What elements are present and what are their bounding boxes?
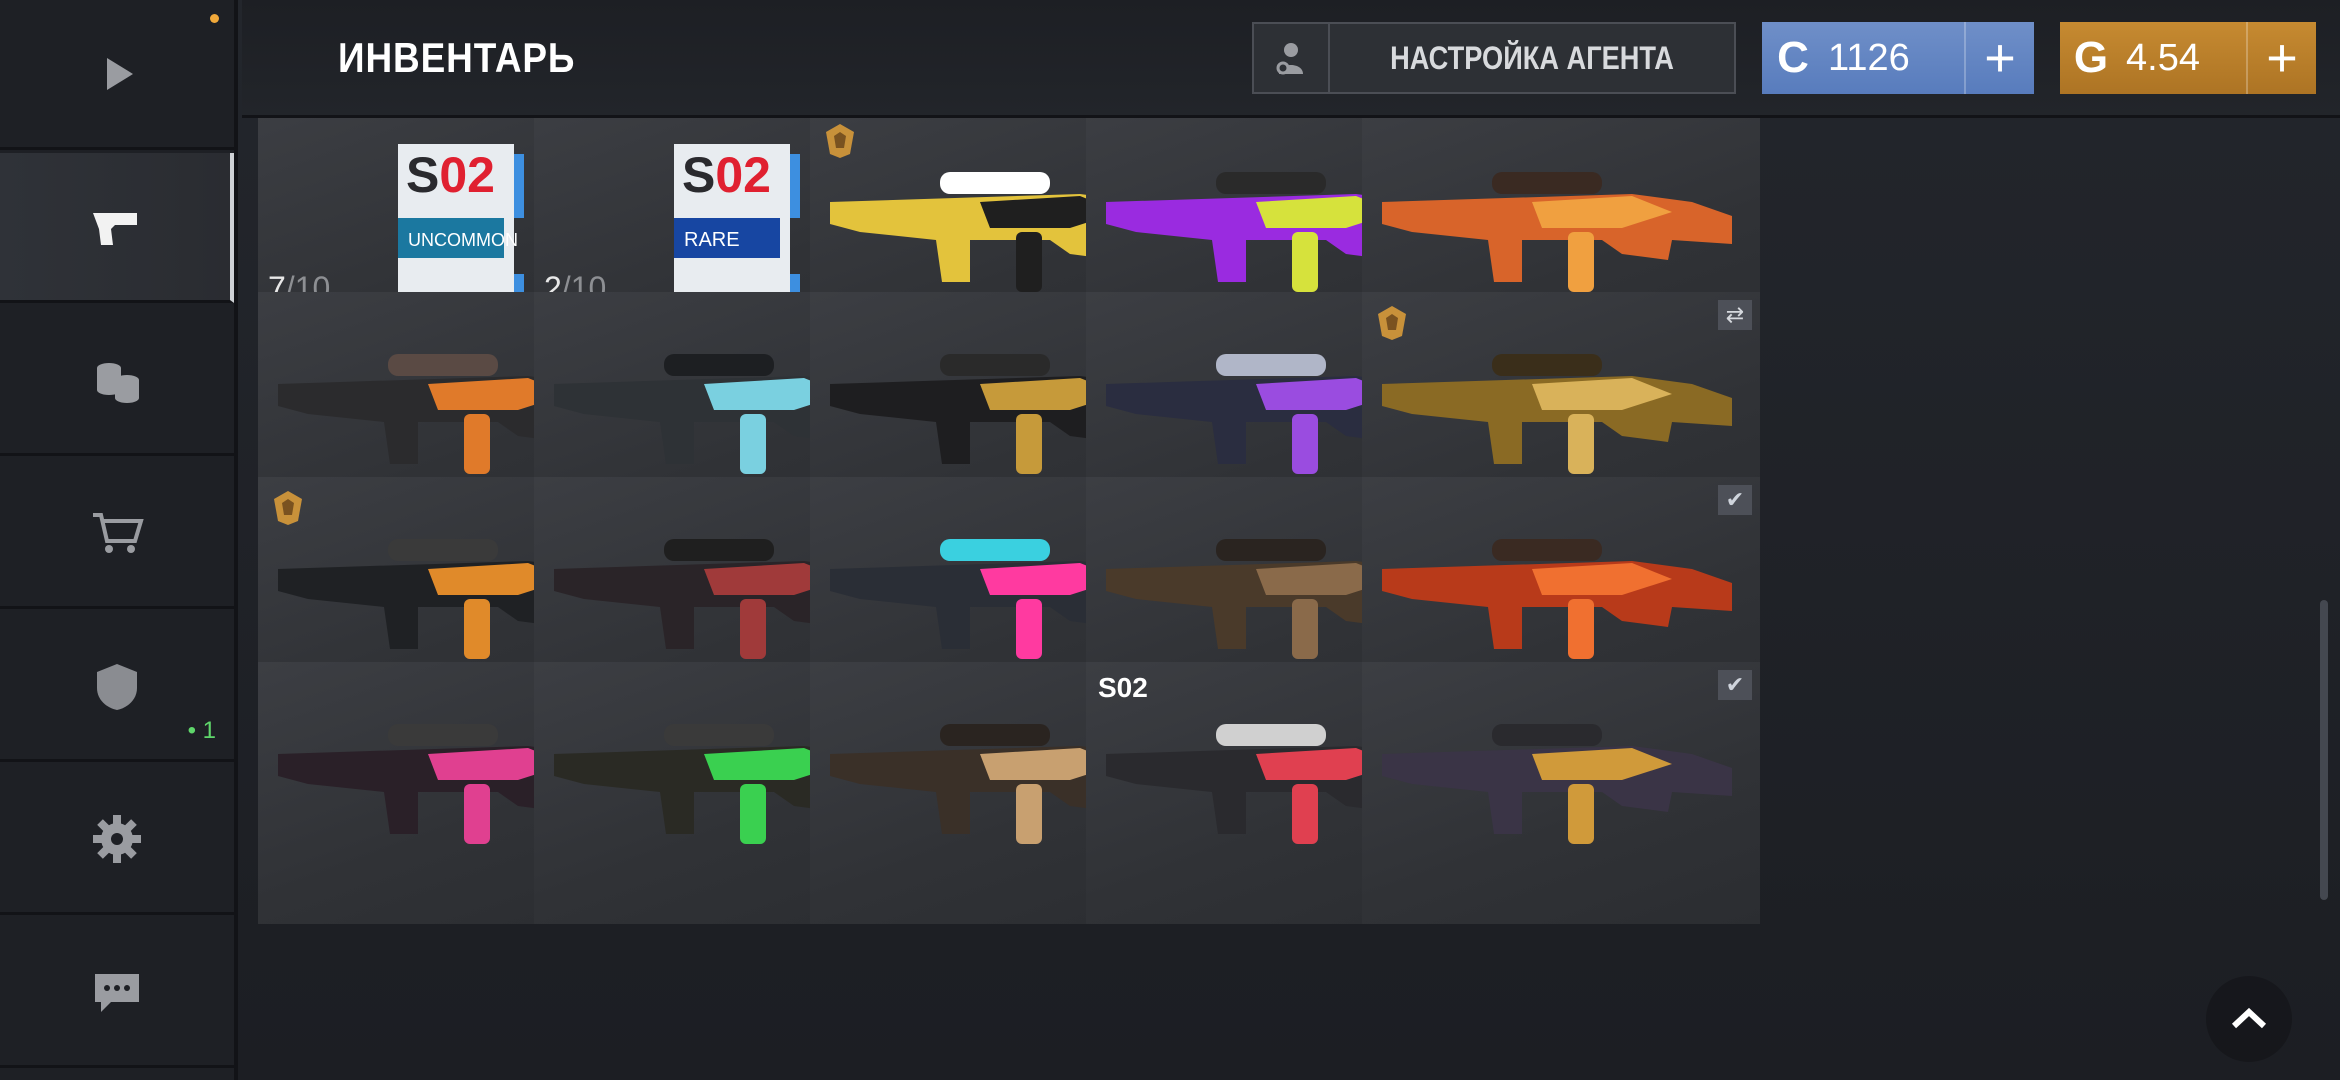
add-credits-button[interactable]: + — [1964, 22, 2034, 94]
sidebar-item-chat[interactable] — [0, 918, 234, 1068]
weapon-skin-icon — [1382, 354, 1732, 474]
item-badges: ✔ — [1718, 670, 1752, 700]
chevron-up-icon — [2231, 1007, 2267, 1029]
agent-settings-label: НАСТРОЙКА АГЕНТА — [1390, 39, 1674, 76]
weapon-skin-icon — [1382, 724, 1732, 844]
sidebar-item-settings[interactable] — [0, 765, 234, 915]
cart-icon — [93, 512, 144, 553]
card-code: S02 — [682, 147, 771, 203]
rank-emblem-icon — [274, 491, 302, 525]
shuffle-icon: ⇄ — [1718, 300, 1752, 330]
gear-icon — [93, 814, 141, 863]
sidebar-item-inventory[interactable] — [0, 153, 234, 303]
credits-value: 1126 — [1828, 36, 1910, 79]
credits-icon: C — [1777, 33, 1809, 82]
gold-counter: G 4.54 + — [2060, 22, 2316, 94]
header: ИНВЕНТАРЬ НАСТРОЙКА АГЕНТА C 1126 + G 4.… — [242, 0, 2340, 118]
agent-settings-button[interactable]: НАСТРОЙКА АГЕНТА — [1252, 22, 1736, 94]
scroll-to-top-button[interactable] — [2206, 976, 2292, 1062]
clan-shield-icon — [97, 663, 137, 710]
add-gold-button[interactable]: + — [2246, 22, 2316, 94]
card-code: S02 — [406, 147, 495, 203]
sidebar-item-play[interactable] — [0, 0, 234, 150]
weapon-skin-icon — [1382, 172, 1732, 292]
credits-counter: C 1126 + — [1762, 22, 2034, 94]
item-badges: ⇄ — [1718, 300, 1752, 330]
page-title: ИНВЕНТАРЬ — [338, 34, 576, 81]
rank-emblem-icon — [826, 124, 854, 158]
scrollbar[interactable] — [2320, 600, 2328, 900]
gold-icon: G — [2073, 33, 2109, 82]
rank-emblem-icon — [1378, 306, 1406, 340]
equipped-check-icon: ✔ — [1718, 670, 1752, 700]
gold-value: 4.54 — [2126, 36, 2200, 79]
inventory-screen: • 1 ИНВЕНТАРЬ НАСТРОЙКА АГЕНТА C 1126 + … — [0, 0, 2340, 1080]
season-tag: S02 — [1098, 672, 1148, 703]
agent-gear-icon — [1276, 43, 1303, 75]
inventory-grid: Fable "Box"Fable "Box"Fable "Box"Fable "… — [258, 118, 2308, 1080]
sidebar: • 1 — [0, 0, 238, 1080]
inventory-item-card[interactable]: ✔ — [1362, 662, 1760, 924]
sidebar-item-shop[interactable] — [0, 459, 234, 609]
chat-icon — [95, 973, 139, 1012]
item-badges: ✔ — [1718, 485, 1752, 515]
pistol-icon — [93, 212, 137, 245]
sidebar-item-clan[interactable]: • 1 — [0, 612, 234, 762]
coins-icon — [97, 362, 139, 403]
clan-badge: • 1 — [187, 717, 216, 744]
card-tier: UNCOMMON — [408, 230, 518, 250]
card-tier: RARE — [684, 229, 740, 251]
sidebar-item-currency[interactable] — [0, 306, 234, 456]
play-icon — [107, 57, 133, 90]
equipped-check-icon: ✔ — [1718, 485, 1752, 515]
weapon-skin-icon — [1382, 539, 1732, 659]
